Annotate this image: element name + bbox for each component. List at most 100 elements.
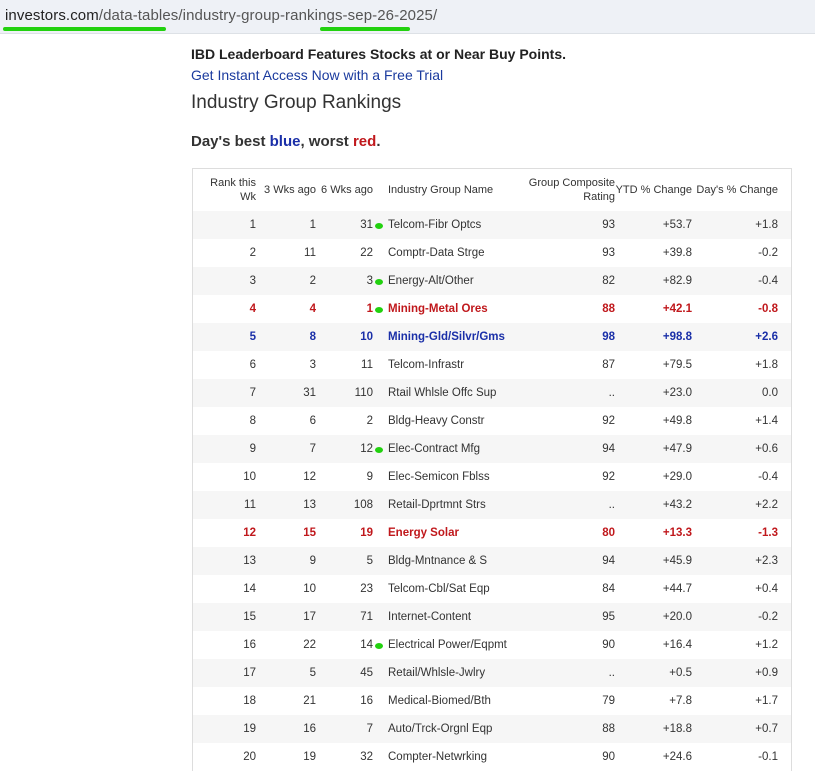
rating-cell: 92 bbox=[602, 471, 615, 483]
group-name-cell: Mining-Metal Ores bbox=[373, 303, 513, 315]
three-wks-cell: 7 bbox=[309, 443, 316, 455]
group-name-cell: Elec-Contract Mfg bbox=[373, 443, 513, 455]
rating-cell: 88 bbox=[602, 723, 615, 735]
rank-cell: 9 bbox=[249, 443, 256, 455]
day-change-cell: -1.3 bbox=[758, 527, 778, 539]
three-wks-cell: 3 bbox=[309, 359, 316, 371]
rank-cell: 19 bbox=[243, 723, 256, 735]
six-wks-cell: 19 bbox=[360, 527, 373, 539]
rating-cell: 88 bbox=[602, 303, 615, 315]
ytd-cell: +82.9 bbox=[662, 275, 692, 287]
header-name[interactable]: Industry Group Name bbox=[373, 183, 513, 197]
day-change-cell: -0.2 bbox=[758, 611, 778, 623]
ytd-cell: +29.0 bbox=[662, 471, 692, 483]
ytd-cell: +20.0 bbox=[662, 611, 692, 623]
three-wks-cell: 15 bbox=[303, 527, 316, 539]
day-change-cell: -0.4 bbox=[758, 471, 778, 483]
day-change-cell: +1.2 bbox=[755, 639, 778, 651]
group-name-cell: Comptr-Data Strge bbox=[388, 247, 485, 259]
group-name-cell: Telcom-Fibr Optcs bbox=[373, 219, 513, 231]
group-name-cell: Telcom-Cbl/Sat Eqp bbox=[388, 583, 490, 595]
group-name-cell: Retail/Whlsle-Jwlry bbox=[388, 667, 486, 679]
table-row: 17 5 45 Retail/Whlsle-Jwlry.. +0.5 +0.9 bbox=[193, 659, 791, 687]
header-rating[interactable]: Group Composite Rating bbox=[513, 176, 615, 204]
day-change-cell: +0.4 bbox=[755, 583, 778, 595]
six-wks-cell: 32 bbox=[360, 751, 373, 763]
rating-cell: 90 bbox=[602, 751, 615, 763]
table-row: 1 1 31 Telcom-Fibr Optcs 93 +53.7 +1.8 bbox=[193, 211, 791, 239]
header-day[interactable]: Day's % Change bbox=[692, 183, 778, 197]
day-change-cell: +0.7 bbox=[755, 723, 778, 735]
header-6wks[interactable]: 6 Wks ago bbox=[316, 183, 373, 197]
day-change-cell: -0.8 bbox=[758, 303, 778, 315]
three-wks-cell: 5 bbox=[309, 667, 316, 679]
rank-cell: 10 bbox=[243, 471, 256, 483]
six-wks-cell: 23 bbox=[360, 583, 373, 595]
day-change-cell: +0.9 bbox=[755, 667, 778, 679]
three-wks-cell: 21 bbox=[303, 695, 316, 707]
legend-worst: red bbox=[352, 133, 377, 150]
header-rank[interactable]: Rank this Wk bbox=[193, 176, 256, 204]
header-3wks[interactable]: 3 Wks ago bbox=[256, 183, 316, 197]
rank-cell: 12 bbox=[243, 527, 256, 539]
url-text[interactable]: investors.com/data-tables/industry-group… bbox=[5, 7, 437, 24]
three-wks-cell: 11 bbox=[304, 247, 316, 259]
address-bar[interactable]: investors.com/data-tables/industry-group… bbox=[0, 0, 815, 34]
ytd-cell: +79.5 bbox=[662, 359, 692, 371]
table-row: 4 4 1 Mining-Metal Ores 88 +42.1 -0.8 bbox=[193, 295, 791, 323]
ytd-cell: +98.8 bbox=[662, 331, 692, 343]
six-wks-cell: 3 bbox=[366, 275, 373, 287]
ytd-cell: +45.9 bbox=[662, 555, 692, 567]
group-name-cell: Retail-Dprtmnt Strs bbox=[388, 499, 486, 511]
header-ytd[interactable]: YTD % Change bbox=[615, 183, 692, 197]
annotation-dot bbox=[375, 307, 383, 313]
six-wks-cell: 12 bbox=[360, 443, 373, 455]
rating-cell: 87 bbox=[602, 359, 615, 371]
free-trial-link[interactable]: Get Instant Access Now with a Free Trial bbox=[191, 67, 443, 83]
group-name-cell: Energy Solar bbox=[388, 527, 459, 539]
six-wks-cell: 71 bbox=[360, 611, 373, 623]
three-wks-cell: 9 bbox=[309, 555, 316, 567]
rank-cell: 6 bbox=[249, 359, 256, 371]
table-row: 13 9 5 Bldg-Mntnance & S 94 +45.9 +2.3 bbox=[193, 547, 791, 575]
rank-cell: 2 bbox=[249, 247, 256, 259]
color-legend: Day's best blue, worst red. bbox=[191, 133, 381, 150]
rating-cell: 94 bbox=[602, 555, 615, 567]
page-title: Industry Group Rankings bbox=[191, 92, 402, 113]
annotation-underline bbox=[320, 27, 410, 31]
day-change-cell: +1.7 bbox=[755, 695, 778, 707]
six-wks-cell: 110 bbox=[354, 387, 373, 399]
rating-cell: 82 bbox=[602, 275, 615, 287]
table-row: 5 8 10 Mining-Gld/Silvr/Gms 98 +98.8 +2.6 bbox=[193, 323, 791, 351]
rank-cell: 3 bbox=[249, 275, 256, 287]
ytd-cell: +42.1 bbox=[662, 303, 692, 315]
rating-cell: 80 bbox=[602, 527, 615, 539]
rank-cell: 18 bbox=[243, 695, 256, 707]
rating-cell: .. bbox=[608, 387, 615, 399]
rank-cell: 1 bbox=[249, 219, 256, 231]
rating-cell: .. bbox=[608, 667, 615, 679]
table-row: 19 16 7 Auto/Trck-Orgnl Eqp 88 +18.8 +0.7 bbox=[193, 715, 791, 743]
group-name-cell: Compter-Netwrking bbox=[388, 751, 488, 763]
ytd-cell: +44.7 bbox=[662, 583, 692, 595]
six-wks-cell: 7 bbox=[366, 723, 373, 735]
day-change-cell: +1.4 bbox=[755, 415, 778, 427]
group-name-cell: Electrical Power/Eqpmt bbox=[373, 639, 513, 651]
three-wks-cell: 17 bbox=[303, 611, 316, 623]
six-wks-cell: 45 bbox=[360, 667, 373, 679]
group-name-text: Telcom-Fibr Optcs bbox=[388, 219, 482, 231]
ytd-cell: +24.6 bbox=[662, 751, 692, 763]
rating-cell: .. bbox=[608, 499, 615, 511]
ytd-cell: +43.2 bbox=[662, 499, 692, 511]
six-wks-cell: 31 bbox=[360, 219, 373, 231]
rating-cell: 95 bbox=[602, 611, 615, 623]
legend-best: blue bbox=[269, 133, 301, 150]
day-change-cell: +1.8 bbox=[755, 219, 778, 231]
three-wks-cell: 13 bbox=[303, 499, 316, 511]
rank-cell: 4 bbox=[249, 303, 256, 315]
six-wks-cell: 10 bbox=[360, 331, 373, 343]
group-name-text: Energy-Alt/Other bbox=[388, 275, 474, 287]
rank-cell: 13 bbox=[243, 555, 256, 567]
three-wks-cell: 1 bbox=[309, 219, 316, 231]
three-wks-cell: 22 bbox=[303, 639, 316, 651]
